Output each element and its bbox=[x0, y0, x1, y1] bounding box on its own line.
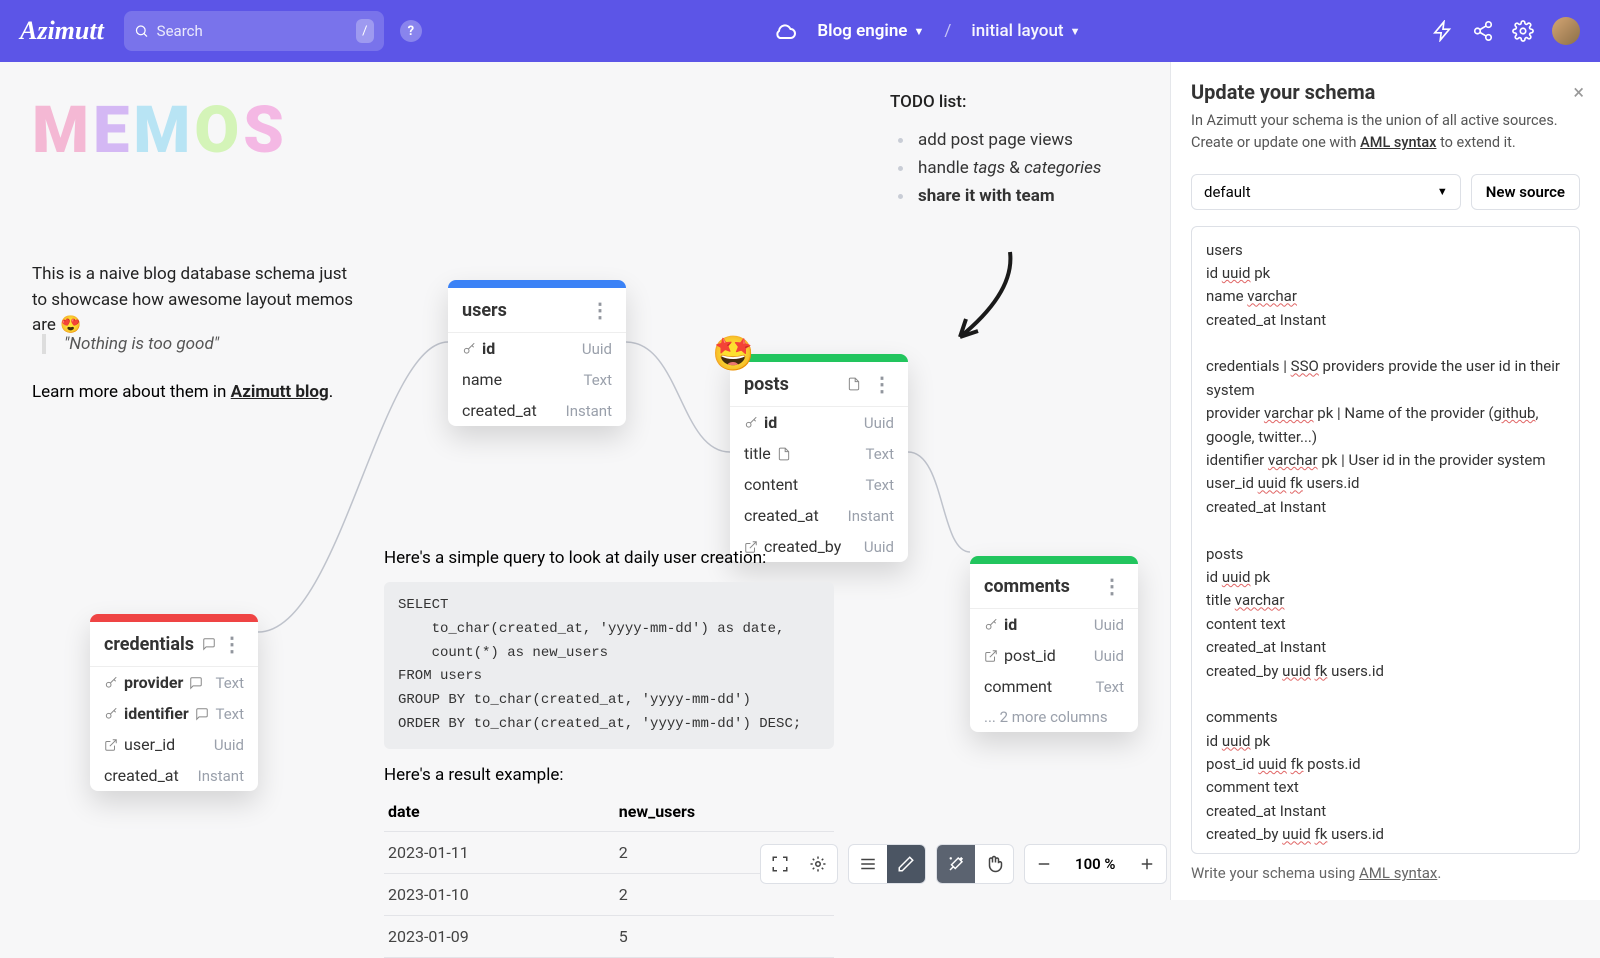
canvas[interactable]: MEMOS This is a naive blog database sche… bbox=[0, 62, 1170, 900]
column-row[interactable]: post_idUuid bbox=[970, 640, 1138, 671]
column-row[interactable]: title Text bbox=[730, 438, 908, 469]
source-select[interactable]: default▼ bbox=[1191, 174, 1461, 210]
column-row[interactable]: created_atInstant bbox=[730, 500, 908, 531]
list-button[interactable] bbox=[849, 845, 887, 883]
todo-item: add post page views bbox=[890, 126, 1101, 154]
blog-link[interactable]: Azimutt blog bbox=[231, 382, 329, 402]
aml-link-footer[interactable]: AML syntax bbox=[1359, 864, 1437, 882]
close-button[interactable]: × bbox=[1573, 80, 1584, 104]
column-row[interactable]: idUuid bbox=[448, 333, 626, 364]
chevron-down-icon: ▼ bbox=[1437, 185, 1448, 198]
schema-panel: Update your schema × In Azimutt your sch… bbox=[1170, 62, 1600, 900]
search-kbd: / bbox=[356, 19, 374, 43]
column-row[interactable]: provider Text bbox=[90, 667, 258, 698]
table-menu[interactable]: ⋮ bbox=[870, 372, 894, 396]
zoom-in-button[interactable] bbox=[1128, 845, 1166, 883]
table-comments[interactable]: comments⋮idUuidpost_idUuidcommentText...… bbox=[970, 556, 1138, 732]
search-icon bbox=[134, 22, 149, 40]
sql-code: SELECT to_char(created_at, 'yyyy-mm-dd')… bbox=[384, 582, 834, 749]
todo-item: handle tags & categories bbox=[890, 154, 1101, 182]
zoom-level: 100 % bbox=[1063, 845, 1128, 883]
arrow-doodle bbox=[920, 242, 1040, 362]
new-source-button[interactable]: New source bbox=[1471, 174, 1580, 210]
table-row: 2023-01-095 bbox=[384, 915, 834, 957]
logo: Azimutt bbox=[20, 16, 104, 46]
column-row[interactable]: commentText bbox=[970, 671, 1138, 702]
pan-button[interactable] bbox=[975, 845, 1013, 883]
column-row[interactable]: created_atInstant bbox=[90, 760, 258, 791]
table-menu[interactable]: ⋮ bbox=[588, 298, 612, 322]
panel-title: Update your schema bbox=[1191, 80, 1580, 104]
column-row[interactable]: idUuid bbox=[730, 407, 908, 438]
memos-title: MEMOS bbox=[32, 92, 288, 169]
aml-link[interactable]: AML syntax bbox=[1360, 134, 1436, 151]
layout-selector[interactable]: initial layout▼ bbox=[971, 21, 1080, 41]
learn-more: Learn more about them in Azimutt blog. bbox=[32, 382, 333, 402]
table-credentials[interactable]: credentials ⋮provider Textidentifier Tex… bbox=[90, 614, 258, 791]
column-row[interactable]: created_atInstant bbox=[448, 395, 626, 426]
column-row[interactable]: contentText bbox=[730, 469, 908, 500]
schema-textarea[interactable]: users id uuid pk name varchar created_at… bbox=[1191, 226, 1580, 855]
intro-text: This is a naive blog database schema jus… bbox=[32, 262, 362, 339]
column-row[interactable]: user_idUuid bbox=[90, 729, 258, 760]
fit-button[interactable] bbox=[799, 845, 837, 883]
quote: "Nothing is too good" bbox=[42, 334, 219, 354]
todo-title: TODO list: bbox=[890, 92, 1101, 112]
fullscreen-button[interactable] bbox=[761, 845, 799, 883]
column-row[interactable]: nameText bbox=[448, 364, 626, 395]
magic-button[interactable] bbox=[937, 845, 975, 883]
column-row[interactable]: identifier Text bbox=[90, 698, 258, 729]
note-icon bbox=[847, 377, 861, 391]
project-selector[interactable]: Blog engine▼ bbox=[817, 21, 924, 41]
more-columns[interactable]: ... 2 more columns bbox=[970, 702, 1138, 732]
todo-item: share it with team bbox=[890, 182, 1101, 210]
search-box[interactable]: / bbox=[124, 11, 384, 51]
table-menu[interactable]: ⋮ bbox=[1100, 574, 1124, 598]
breadcrumb-sep: / bbox=[944, 21, 951, 41]
table-posts[interactable]: posts ⋮idUuidtitle TextcontentTextcreate… bbox=[730, 354, 908, 562]
edit-button[interactable] bbox=[887, 845, 925, 883]
table-menu[interactable]: ⋮ bbox=[220, 632, 244, 656]
right-icons bbox=[1432, 17, 1580, 45]
table-users[interactable]: users⋮idUuidnameTextcreated_atInstant bbox=[448, 280, 626, 426]
breadcrumb: Blog engine▼ / initial layout▼ bbox=[422, 19, 1432, 43]
cloud-icon bbox=[773, 19, 797, 43]
avatar[interactable] bbox=[1552, 17, 1580, 45]
help-icon[interactable]: ? bbox=[400, 20, 422, 42]
panel-desc: In Azimutt your schema is the union of a… bbox=[1191, 110, 1580, 154]
canvas-toolbar: 100 % bbox=[760, 844, 1167, 884]
search-input[interactable] bbox=[157, 22, 356, 40]
bolt-icon[interactable] bbox=[1432, 20, 1454, 42]
query-memo: Here's a simple query to look at daily u… bbox=[384, 548, 834, 958]
topbar: Azimutt / ? Blog engine▼ / initial layou… bbox=[0, 0, 1600, 62]
todo-memo: TODO list: add post page viewshandle tag… bbox=[890, 92, 1101, 210]
star-emoji: 🤩 bbox=[712, 334, 754, 374]
panel-footer: Write your schema using AML syntax. bbox=[1191, 864, 1580, 882]
chat-icon bbox=[202, 637, 216, 651]
column-row[interactable]: idUuid bbox=[970, 609, 1138, 640]
zoom-out-button[interactable] bbox=[1025, 845, 1063, 883]
share-icon[interactable] bbox=[1472, 20, 1494, 42]
gear-icon[interactable] bbox=[1512, 20, 1534, 42]
